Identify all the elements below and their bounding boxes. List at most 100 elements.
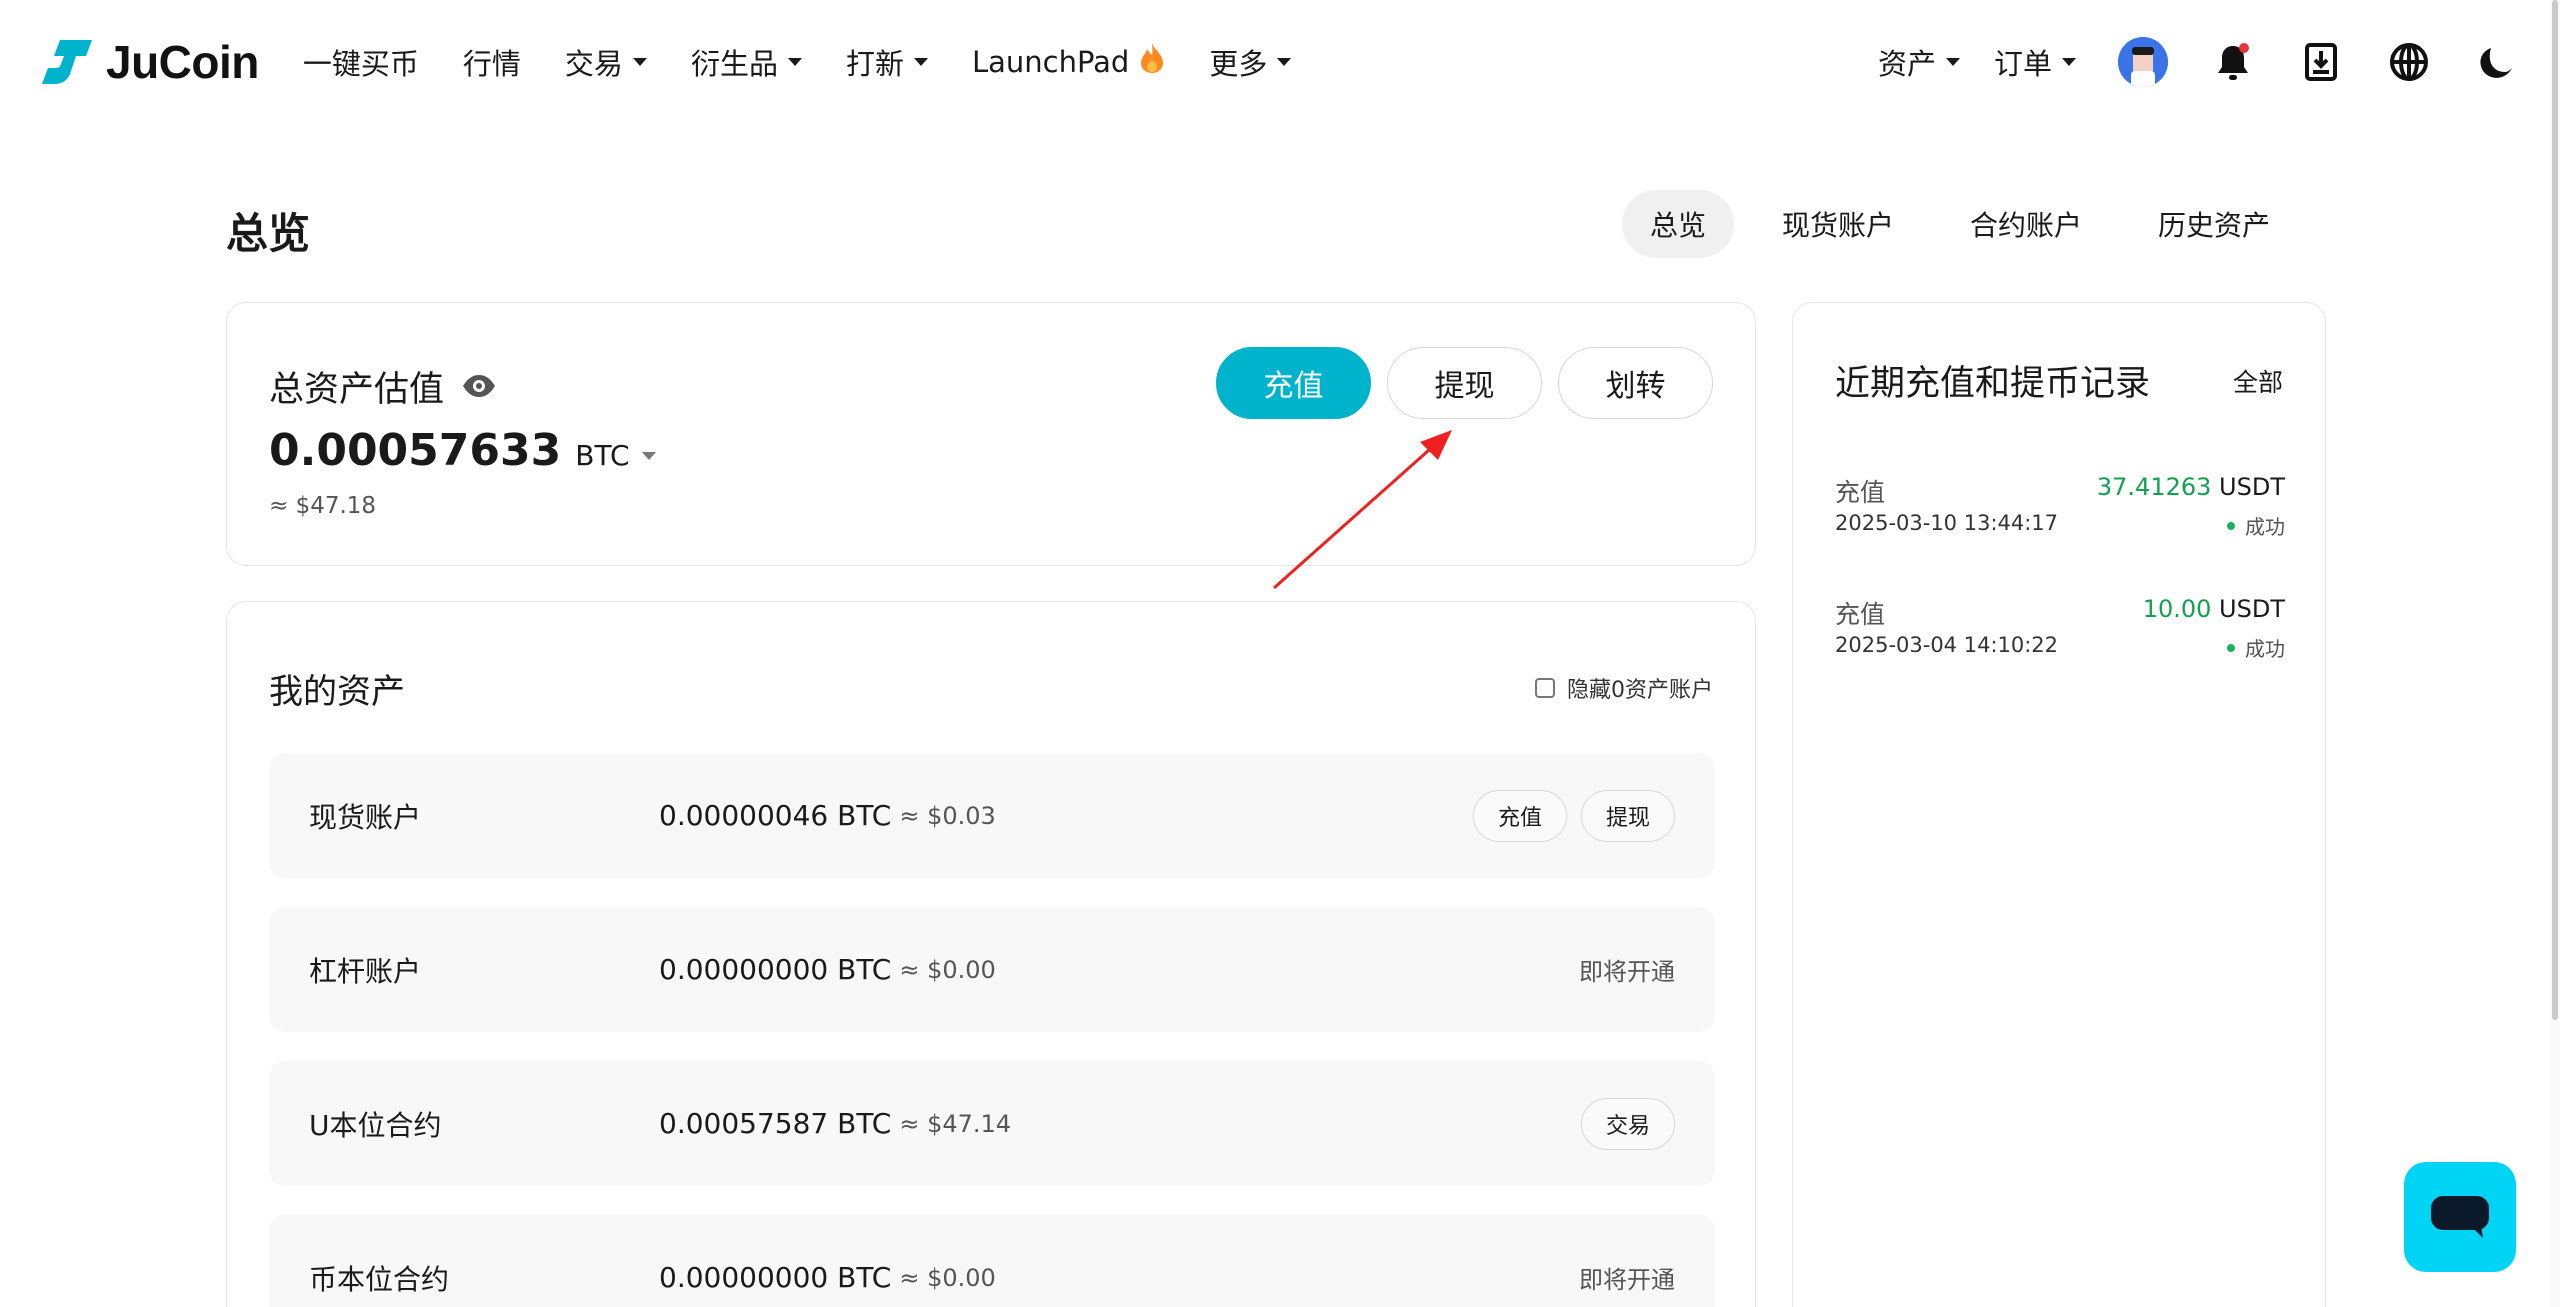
my-assets-card: 我的资产 隐藏0资产账户 现货账户 0.00000046 BTC ≈ $0.03… — [226, 601, 1756, 1307]
bell-icon[interactable] — [2210, 39, 2256, 85]
transfer-button[interactable]: 划转 — [1558, 347, 1713, 419]
tab-history-assets[interactable]: 历史资产 — [2130, 190, 2298, 258]
nav-item-derivatives[interactable]: 衍生品 — [691, 41, 802, 83]
asset-usd-amount: ≈ $0.00 — [899, 1263, 996, 1292]
nav-item-more[interactable]: 更多 — [1209, 41, 1292, 83]
nav-label: 交易 — [564, 46, 623, 81]
asset-usd-amount: ≈ $47.14 — [899, 1109, 1012, 1138]
asset-name: 现货账户 — [309, 800, 422, 834]
total-assets-label-text: 总资产估值 — [269, 370, 445, 410]
nav-item-trade[interactable]: 交易 — [565, 41, 647, 83]
page-scrollbar[interactable] — [2550, 0, 2560, 1307]
caret-down-icon — [787, 57, 802, 66]
orders-menu[interactable]: 订单 — [1994, 41, 2076, 83]
asset-btc-amount: 0.00000000 BTC — [659, 953, 892, 986]
fire-icon — [1139, 42, 1165, 81]
nav-item-launchpad[interactable]: LaunchPad — [972, 42, 1165, 81]
orders-menu-label: 订单 — [1993, 46, 2052, 81]
record-item[interactable]: 充值 2025-03-04 14:10:22 10.00 USDT 成功 — [1835, 595, 2285, 665]
hide-zero-toggle[interactable]: 隐藏0资产账户 — [1535, 672, 1713, 704]
hide-zero-label: 隐藏0资产账户 — [1567, 678, 1713, 703]
record-amount: 37.41263 USDT — [2097, 473, 2285, 501]
asset-usd-amount: ≈ $0.00 — [899, 955, 996, 984]
status-dot-icon — [2227, 643, 2235, 652]
caret-down-icon — [2062, 57, 2076, 66]
my-assets-title: 我的资产 — [269, 672, 405, 712]
jucoin-logo[interactable]: JuCoin — [40, 35, 259, 89]
nav-item-quick-buy[interactable]: 一键买币 — [303, 41, 419, 83]
records-title: 近期充值和提币记录 — [1835, 364, 2151, 404]
asset-amount: 0.00000000 BTC ≈ $0.00 — [659, 1215, 996, 1307]
coming-soon-label: 即将开通 — [1579, 958, 1675, 986]
status-dot-icon — [2227, 521, 2235, 530]
deposit-button[interactable]: 充值 — [1216, 347, 1371, 419]
coming-soon-label: 即将开通 — [1579, 1266, 1675, 1294]
avatar[interactable] — [2118, 36, 2168, 87]
nav-label: LaunchPad — [971, 44, 1130, 79]
nav-label: 行情 — [462, 46, 521, 81]
asset-amount: 0.00000000 BTC ≈ $0.00 — [659, 907, 996, 1032]
asset-actions: 即将开通 — [1579, 907, 1675, 1032]
jucoin-logo-icon — [40, 38, 94, 86]
total-usd-value: ≈ $47.18 — [269, 493, 377, 519]
hide-zero-checkbox[interactable] — [1535, 678, 1555, 698]
recent-records-card: 近期充值和提币记录 全部 充值 2025-03-10 13:44:17 37.4… — [1792, 302, 2326, 1307]
spot-deposit-button[interactable]: 充值 — [1472, 789, 1567, 842]
records-all-link[interactable]: 全部 — [2233, 363, 2283, 399]
assets-menu[interactable]: 资产 — [1878, 41, 1960, 83]
spot-withdraw-button[interactable]: 提现 — [1580, 789, 1675, 842]
asset-actions: 充值 提现 — [1472, 753, 1675, 878]
record-status: 成功 — [2227, 633, 2285, 662]
logo-text: JuCoin — [106, 35, 259, 88]
nav-label: 一键买币 — [302, 46, 419, 81]
chat-bubble-icon — [2431, 1196, 2489, 1238]
record-status-text: 成功 — [2245, 637, 2285, 661]
currency-selector[interactable]: BTC — [575, 439, 656, 472]
withdraw-button[interactable]: 提现 — [1387, 347, 1542, 419]
top-header: JuCoin 一键买币 行情 交易 衍生品 打新 LaunchPad 更多 资产… — [0, 0, 2560, 123]
tab-spot-account[interactable]: 现货账户 — [1754, 190, 1922, 258]
annotation-arrow-icon — [1273, 430, 1452, 590]
download-icon[interactable] — [2298, 39, 2344, 85]
asset-amount: 0.00057587 BTC ≈ $47.14 — [659, 1061, 1011, 1186]
scrollbar-thumb[interactable] — [2552, 0, 2558, 1020]
asset-usd-amount: ≈ $0.03 — [899, 801, 996, 830]
caret-down-icon — [1277, 57, 1292, 66]
record-currency: USDT — [2219, 473, 2285, 501]
main-nav: 一键买币 行情 交易 衍生品 打新 LaunchPad 更多 — [303, 41, 1292, 83]
total-assets-value: 0.00057633 BTC — [269, 425, 656, 476]
caret-down-icon — [1945, 57, 1960, 66]
chat-support-button[interactable] — [2404, 1162, 2516, 1272]
asset-name: U本位合约 — [309, 1108, 442, 1142]
moon-icon[interactable] — [2474, 39, 2520, 85]
globe-icon[interactable] — [2386, 39, 2432, 85]
tab-futures-account[interactable]: 合约账户 — [1942, 190, 2110, 258]
record-type: 充值 — [1835, 478, 1886, 507]
asset-row-spot: 现货账户 0.00000046 BTC ≈ $0.03 充值 提现 — [269, 753, 1715, 878]
tab-overview[interactable]: 总览 — [1621, 190, 1734, 258]
nav-label: 更多 — [1209, 46, 1268, 81]
record-status-text: 成功 — [2245, 515, 2285, 539]
total-assets-card: 总资产估值 0.00057633 BTC ≈ $47.18 充值 提现 划转 — [226, 302, 1756, 566]
record-item[interactable]: 充值 2025-03-10 13:44:17 37.41263 USDT 成功 — [1835, 473, 2285, 543]
currency-unit: BTC — [575, 439, 630, 472]
futures-trade-button[interactable]: 交易 — [1580, 1097, 1675, 1150]
account-tabs: 总览 现货账户 合约账户 历史资产 — [1621, 190, 2298, 258]
record-status: 成功 — [2227, 511, 2285, 540]
nav-item-markets[interactable]: 行情 — [463, 41, 521, 83]
record-amount: 10.00 USDT — [2143, 595, 2285, 623]
page-title: 总览 — [226, 209, 311, 258]
asset-actions: 即将开通 — [1579, 1215, 1675, 1307]
asset-name: 杠杆账户 — [309, 954, 422, 988]
nav-label: 打新 — [845, 46, 904, 81]
nav-item-ipo[interactable]: 打新 — [846, 41, 928, 83]
total-actions: 充值 提现 划转 — [1216, 347, 1713, 419]
asset-row-usdt-futures: U本位合约 0.00057587 BTC ≈ $47.14 交易 — [269, 1061, 1715, 1186]
caret-down-icon — [641, 451, 656, 460]
assets-menu-label: 资产 — [1877, 46, 1936, 81]
caret-down-icon — [913, 57, 928, 66]
total-assets-label: 总资产估值 — [269, 361, 496, 412]
nav-label: 衍生品 — [690, 46, 778, 81]
eye-icon[interactable] — [462, 367, 496, 407]
asset-name: 币本位合约 — [309, 1262, 450, 1296]
